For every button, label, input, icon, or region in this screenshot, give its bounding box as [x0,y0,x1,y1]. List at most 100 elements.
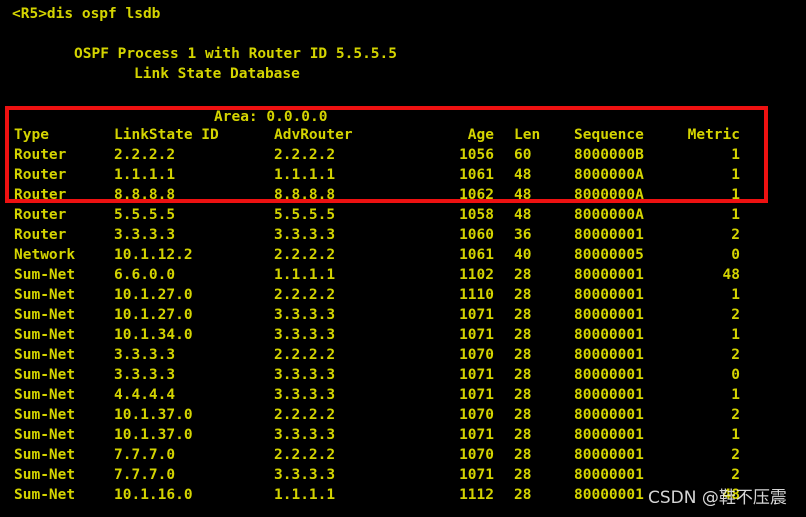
cell-type: Router [14,167,67,183]
cell-len: 40 [514,247,532,263]
cell-len: 48 [514,167,532,183]
cell-linkstate-id: 7.7.7.0 [114,467,176,483]
cell-type: Sum-Net [14,327,76,343]
cell-type: Sum-Net [14,387,76,403]
cell-advrouter: 3.3.3.3 [274,427,336,443]
cell-sequence: 8000000A [574,187,644,203]
cell-advrouter: 5.5.5.5 [274,207,336,223]
table-row: Router 5.5.5.5 5.5.5.5 1058 48 8000000A 1 [0,205,806,225]
cell-metric: 2 [731,307,740,323]
cell-len: 28 [514,427,532,443]
column-header-metric: Metric [687,127,740,143]
cell-len: 48 [514,207,532,223]
cell-metric: 1 [731,327,740,343]
cell-metric: 1 [731,167,740,183]
cell-linkstate-id: 2.2.2.2 [114,147,176,163]
cell-type: Router [14,187,67,203]
cell-len: 60 [514,147,532,163]
cell-type: Network [14,247,76,263]
cell-linkstate-id: 6.6.0.0 [114,267,176,283]
table-row: Sum-Net 10.1.37.0 3.3.3.3 1071 28 80000001 1 [0,425,806,445]
cell-type: Sum-Net [14,447,76,463]
cell-advrouter: 1.1.1.1 [274,167,336,183]
cell-linkstate-id: 7.7.7.0 [114,447,176,463]
cell-type: Sum-Net [14,487,76,503]
cell-type: Sum-Net [14,407,76,423]
cell-type: Router [14,147,67,163]
cell-sequence: 8000000A [574,207,644,223]
cell-age: 1071 [459,327,494,343]
column-header-advrouter: AdvRouter [274,127,353,143]
cell-age: 1070 [459,407,494,423]
cell-metric: 1 [731,207,740,223]
cell-metric: 0 [731,367,740,383]
cell-advrouter: 2.2.2.2 [274,347,336,363]
table-row: Sum-Net 7.7.7.0 2.2.2.2 1070 28 80000001 2 [0,445,806,465]
cell-len: 28 [514,487,532,503]
cell-age: 1071 [459,367,494,383]
cell-type: Sum-Net [14,467,76,483]
cell-advrouter: 2.2.2.2 [274,147,336,163]
cell-linkstate-id: 10.1.16.0 [114,487,193,503]
cell-sequence: 80000001 [574,267,644,283]
cell-linkstate-id: 1.1.1.1 [114,167,176,183]
cell-len: 48 [514,187,532,203]
cell-advrouter: 1.1.1.1 [274,487,336,503]
terminal-window[interactable]: <R5>dis ospf lsdb OSPF Process 1 with Ro… [0,0,806,517]
cell-age: 1110 [459,287,494,303]
cell-len: 28 [514,387,532,403]
cell-advrouter: 3.3.3.3 [274,367,336,383]
cell-sequence: 80000001 [574,387,644,403]
cell-age: 1070 [459,447,494,463]
cell-len: 28 [514,287,532,303]
table-row: Network 10.1.12.2 2.2.2.2 1061 40 80000005 0 [0,245,806,265]
cell-sequence: 80000001 [574,327,644,343]
cell-sequence: 80000001 [574,427,644,443]
cell-metric: 1 [731,387,740,403]
table-header-row: Type LinkState ID AdvRouter Age Len Sequ… [0,125,806,145]
cell-linkstate-id: 10.1.27.0 [114,307,193,323]
cell-linkstate-id: 3.3.3.3 [114,227,176,243]
cell-metric: 48 [722,267,740,283]
cell-len: 28 [514,327,532,343]
cell-linkstate-id: 3.3.3.3 [114,347,176,363]
cell-age: 1058 [459,207,494,223]
cell-age: 1070 [459,347,494,363]
column-header-len: Len [514,127,541,143]
cell-sequence: 80000005 [574,247,644,263]
link-state-database-banner: Link State Database [134,66,300,82]
cell-metric: 1 [731,287,740,303]
cell-linkstate-id: 5.5.5.5 [114,207,176,223]
cell-sequence: 80000001 [574,447,644,463]
table-row: Router 2.2.2.2 2.2.2.2 1056 60 8000000B 1 [0,145,806,165]
cell-advrouter: 1.1.1.1 [274,267,336,283]
cell-type: Sum-Net [14,307,76,323]
cell-metric: 1 [731,427,740,443]
table-row: Sum-Net 7.7.7.0 3.3.3.3 1071 28 80000001 2 [0,465,806,485]
cell-sequence: 80000001 [574,467,644,483]
cell-sequence: 80000001 [574,487,644,503]
cell-linkstate-id: 8.8.8.8 [114,187,176,203]
csdn-watermark: CSDN @鞋不压震 [648,488,787,508]
cell-age: 1102 [459,267,494,283]
table-row: Sum-Net 4.4.4.4 3.3.3.3 1071 28 80000001 1 [0,385,806,405]
cell-age: 1071 [459,427,494,443]
cell-age: 1112 [459,487,494,503]
cell-age: 1056 [459,147,494,163]
area-label: Area: 0.0.0.0 [214,109,328,125]
cell-advrouter: 2.2.2.2 [274,247,336,263]
column-header-linkstate-id: LinkState ID [114,127,219,143]
cell-linkstate-id: 3.3.3.3 [114,367,176,383]
cell-linkstate-id: 10.1.37.0 [114,427,193,443]
cell-len: 28 [514,447,532,463]
cell-len: 36 [514,227,532,243]
table-row: Sum-Net 10.1.37.0 2.2.2.2 1070 28 80000001 2 [0,405,806,425]
cell-sequence: 80000001 [574,287,644,303]
cell-metric: 2 [731,447,740,463]
cell-type: Sum-Net [14,287,76,303]
cell-linkstate-id: 10.1.37.0 [114,407,193,423]
cell-sequence: 8000000B [574,147,644,163]
cell-advrouter: 3.3.3.3 [274,387,336,403]
cell-advrouter: 2.2.2.2 [274,447,336,463]
cell-age: 1060 [459,227,494,243]
